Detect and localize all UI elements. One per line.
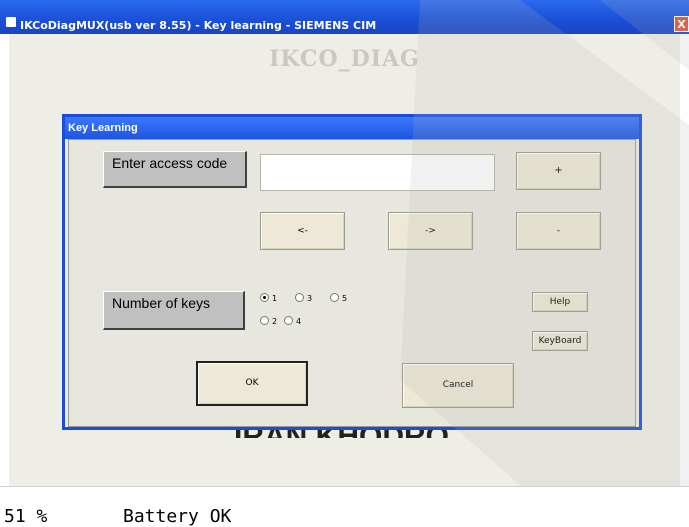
radio-icon xyxy=(295,293,304,302)
keyboard-button[interactable]: KeyBoard xyxy=(532,331,588,351)
key-option-1[interactable]: 1 xyxy=(260,293,277,303)
ok-button[interactable]: OK xyxy=(196,361,308,406)
app-icon xyxy=(6,17,16,27)
status-bar: 51 % Battery OK xyxy=(0,486,689,527)
key-option-3[interactable]: 3 xyxy=(295,293,312,303)
right-arrow-button[interactable]: -> xyxy=(388,212,473,250)
access-code-label: Enter access code xyxy=(103,151,247,188)
close-button[interactable]: X xyxy=(674,16,689,32)
window-title-bar[interactable]: IKCoDiagMUX(usb ver 8.55) - Key learning… xyxy=(0,0,689,34)
left-arrow-button[interactable]: <- xyxy=(260,212,345,250)
key-option-4[interactable]: 4 xyxy=(284,316,301,326)
radio-icon xyxy=(330,293,339,302)
num-keys-label: Number of keys xyxy=(103,291,245,330)
key-option-2[interactable]: 2 xyxy=(260,316,277,326)
access-code-input[interactable] xyxy=(260,154,495,191)
window-title: IKCoDiagMUX(usb ver 8.55) - Key learning… xyxy=(20,19,377,32)
radio-icon xyxy=(260,316,269,325)
status-percent: 51 % xyxy=(4,506,48,527)
key-option-5[interactable]: 5 xyxy=(330,293,347,303)
cancel-button[interactable]: Cancel xyxy=(402,363,514,408)
key-learning-dialog: Key Learning Enter access code + <- -> -… xyxy=(62,114,642,430)
help-button[interactable]: Help xyxy=(532,292,588,312)
app-logo-text: IKCO_DIAG xyxy=(269,46,420,72)
dialog-body: Enter access code + <- -> - Number of ke… xyxy=(68,139,636,427)
status-message: Battery OK xyxy=(123,506,232,527)
minus-button[interactable]: - xyxy=(516,212,601,250)
radio-selected-icon xyxy=(260,293,269,302)
radio-icon xyxy=(284,316,293,325)
plus-button[interactable]: + xyxy=(516,152,601,190)
dialog-title: Key Learning xyxy=(65,117,639,139)
